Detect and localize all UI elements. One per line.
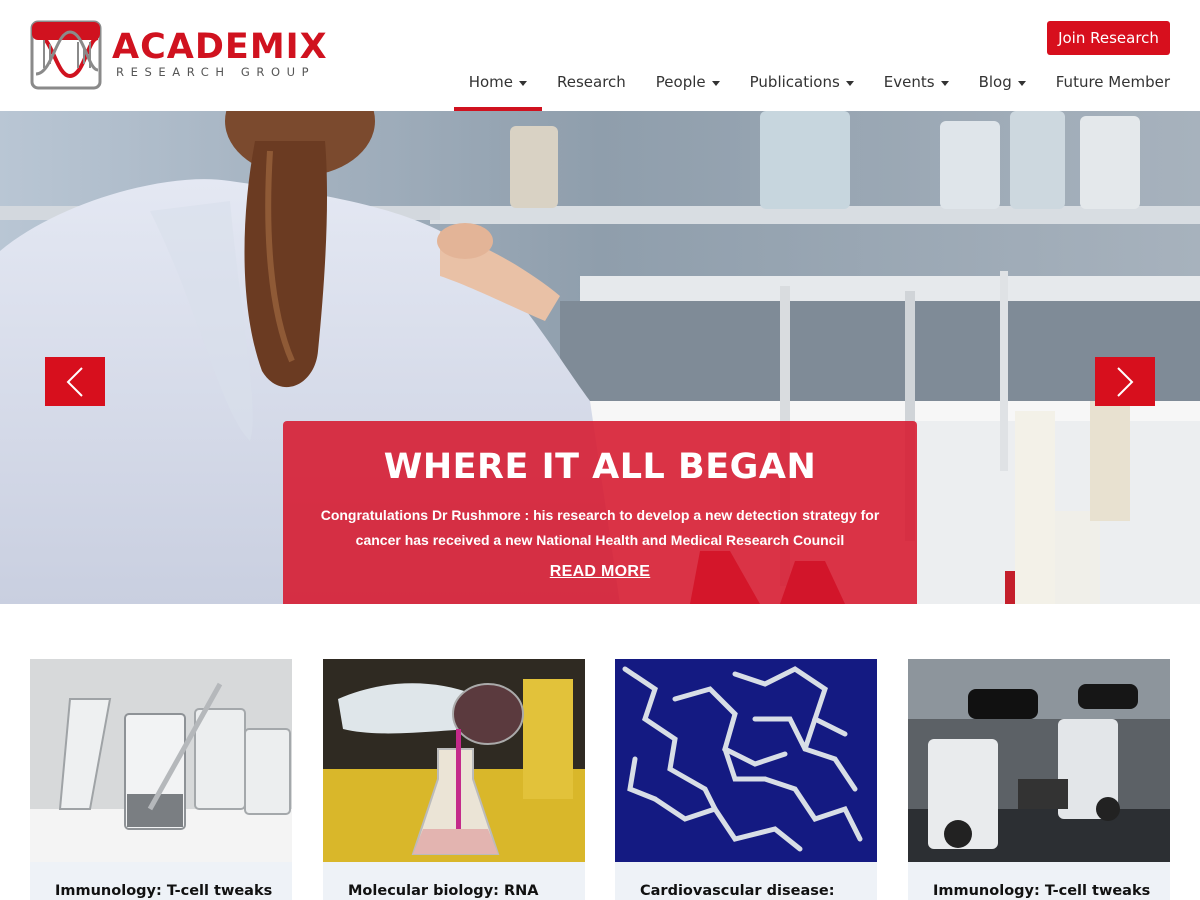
slide-caption: WHERE IT ALL BEGAN Congratulations Dr Ru… [283,421,917,604]
nav-item-label: Publications [749,73,840,91]
pouring-flask-image [323,659,585,862]
nav-item-research[interactable]: Research [542,63,641,111]
nav-item-events[interactable]: Events [869,63,964,111]
brand-name: ACADEMIX [112,27,328,67]
nav-item-publications[interactable]: Publications [735,63,869,111]
read-more-link[interactable]: READ MORE [550,563,650,581]
slide-text: Congratulations Dr Rushmore : his resear… [320,507,880,548]
slider-next-button[interactable] [1095,357,1155,406]
site-logo[interactable]: ACADEMIX RESEARCH GROUP [30,18,340,94]
nav-item-label: Future Member [1055,73,1170,91]
caret-down-icon [1017,81,1026,86]
brand-tagline: RESEARCH GROUP [116,65,316,79]
molecule-model-image [615,659,877,862]
card-title[interactable]: Molecular biology: RNA [348,883,539,899]
caret-down-icon [711,81,720,86]
caret-down-icon [940,81,949,86]
nav-item-label: People [655,73,706,91]
caret-down-icon [518,81,527,86]
nav-item-label: Events [883,73,935,91]
research-cards: Immunology: T-cell tweaks Molecular biol… [30,659,1170,900]
nav-item-home[interactable]: Home [453,63,543,111]
chevron-left-icon [66,366,83,397]
research-card[interactable]: Immunology: T-cell tweaks [30,659,292,900]
join-research-button[interactable]: Join Research [1047,21,1170,55]
dna-logo-icon [30,20,102,90]
slide-title: WHERE IT ALL BEGAN [383,447,817,487]
research-card[interactable]: Molecular biology: RNA [323,659,585,900]
nav-item-blog[interactable]: Blog [964,63,1041,111]
research-card[interactable]: Immunology: T-cell tweaks [908,659,1170,900]
card-title[interactable]: Immunology: T-cell tweaks [55,883,272,899]
research-card[interactable]: Cardiovascular disease: [615,659,877,900]
nav-item-label: Home [468,73,513,91]
hero-slider: WHERE IT ALL BEGAN Congratulations Dr Ru… [0,111,1200,604]
nav-item-label: Research [556,73,626,91]
main-nav: Home Research People Publications Events… [453,63,1170,111]
nav-item-people[interactable]: People [641,63,735,111]
caret-down-icon [845,81,854,86]
site-header: ACADEMIX RESEARCH GROUP Join Research Ho… [0,0,1200,111]
microscopes-image [908,659,1170,862]
chevron-right-icon [1117,366,1134,397]
nav-item-label: Blog [978,73,1012,91]
nav-item-future-member[interactable]: Future Member [1041,63,1170,111]
card-title[interactable]: Cardiovascular disease: [640,883,835,899]
slider-prev-button[interactable] [45,357,105,406]
glass-beakers-image [30,659,292,862]
card-title[interactable]: Immunology: T-cell tweaks [933,883,1150,899]
